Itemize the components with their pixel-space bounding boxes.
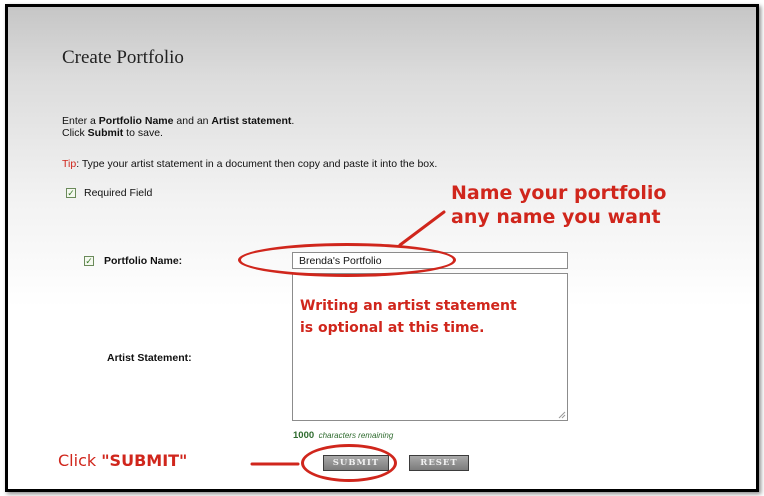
annotation-pointer-line <box>398 210 446 247</box>
annotation-arrows <box>250 210 446 466</box>
screenshot-frame: Create Portfolio Enter a Portfolio Name … <box>5 4 759 492</box>
